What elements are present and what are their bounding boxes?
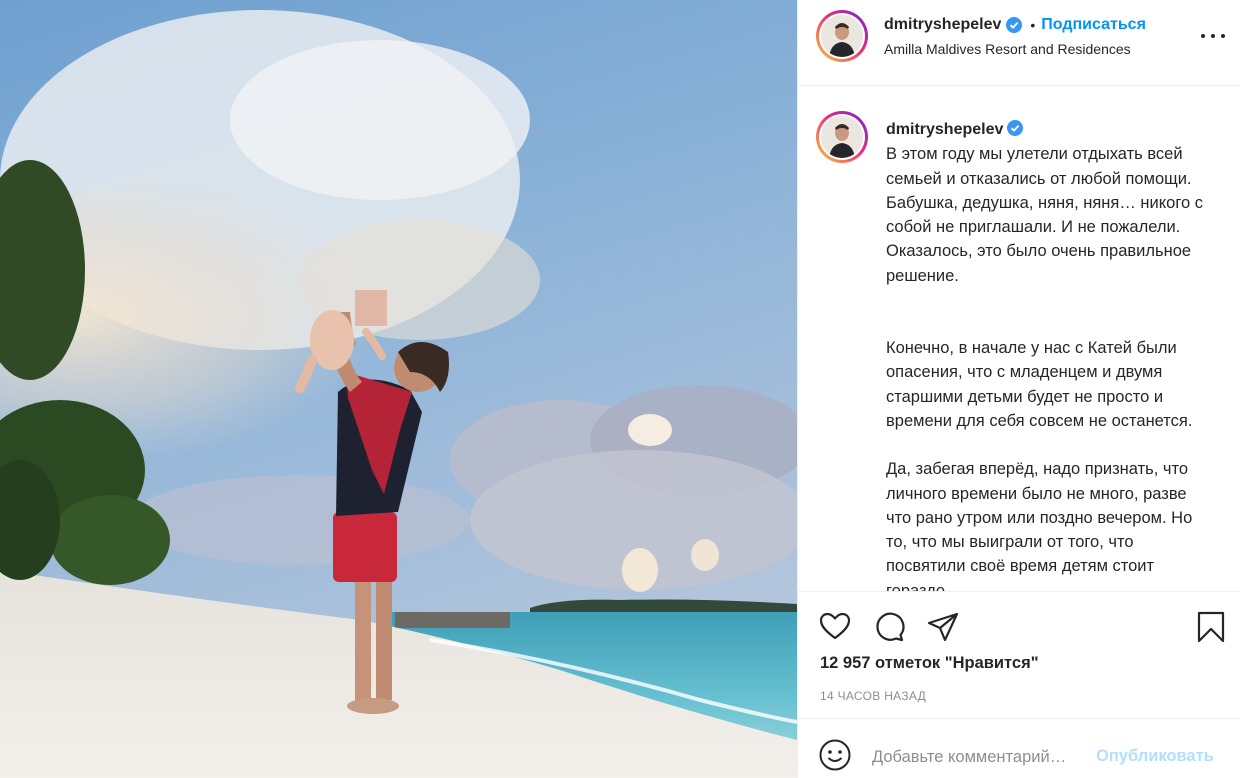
author-username[interactable]: dmitryshepelev bbox=[884, 16, 1001, 34]
caption-username[interactable]: dmitryshepelev bbox=[886, 121, 1003, 138]
caption-text: dmitryshepelev В этом году мы улетели от… bbox=[886, 117, 1216, 592]
bookmark-icon[interactable] bbox=[1194, 610, 1228, 644]
post-photo bbox=[0, 0, 797, 778]
caption-paragraph: Конечно, в начале у нас с Катей были опа… bbox=[886, 339, 1193, 430]
comment-input[interactable] bbox=[872, 745, 1092, 769]
verified-badge-icon bbox=[1007, 119, 1024, 136]
likes-count[interactable]: 12 957 отметок "Нравится" bbox=[820, 654, 1039, 673]
post-side-panel: dmitryshepelev • Подписаться Amilla Mald… bbox=[797, 0, 1240, 778]
caption-paragraph: Да, забегая вперёд, надо признать, что л… bbox=[886, 460, 1193, 592]
author-avatar[interactable] bbox=[816, 10, 868, 62]
action-bar bbox=[798, 600, 1240, 650]
follow-button[interactable]: Подписаться bbox=[1041, 16, 1146, 34]
emoji-icon[interactable] bbox=[818, 738, 852, 772]
verified-badge-icon bbox=[1006, 17, 1023, 33]
post-header: dmitryshepelev • Подписаться Amilla Mald… bbox=[798, 0, 1240, 86]
publish-button[interactable]: Опубликовать bbox=[1096, 747, 1214, 766]
post-time[interactable]: 14 ЧАСОВ НАЗАД bbox=[820, 689, 926, 703]
comment-icon[interactable] bbox=[872, 610, 906, 644]
comment-bar: Опубликовать bbox=[798, 718, 1240, 778]
heart-icon[interactable] bbox=[818, 610, 852, 644]
caption-area: dmitryshepelev В этом году мы улетели от… bbox=[798, 87, 1240, 592]
location-link[interactable]: Amilla Maldives Resort and Residences bbox=[884, 41, 1204, 57]
separator-dot: • bbox=[1030, 17, 1036, 33]
more-dots-icon[interactable] bbox=[1201, 32, 1225, 40]
caption-paragraph: В этом году мы улетели отдыхать всей сем… bbox=[886, 145, 1204, 285]
caption-author-avatar[interactable] bbox=[816, 111, 868, 163]
paper-plane-icon[interactable] bbox=[926, 610, 960, 644]
